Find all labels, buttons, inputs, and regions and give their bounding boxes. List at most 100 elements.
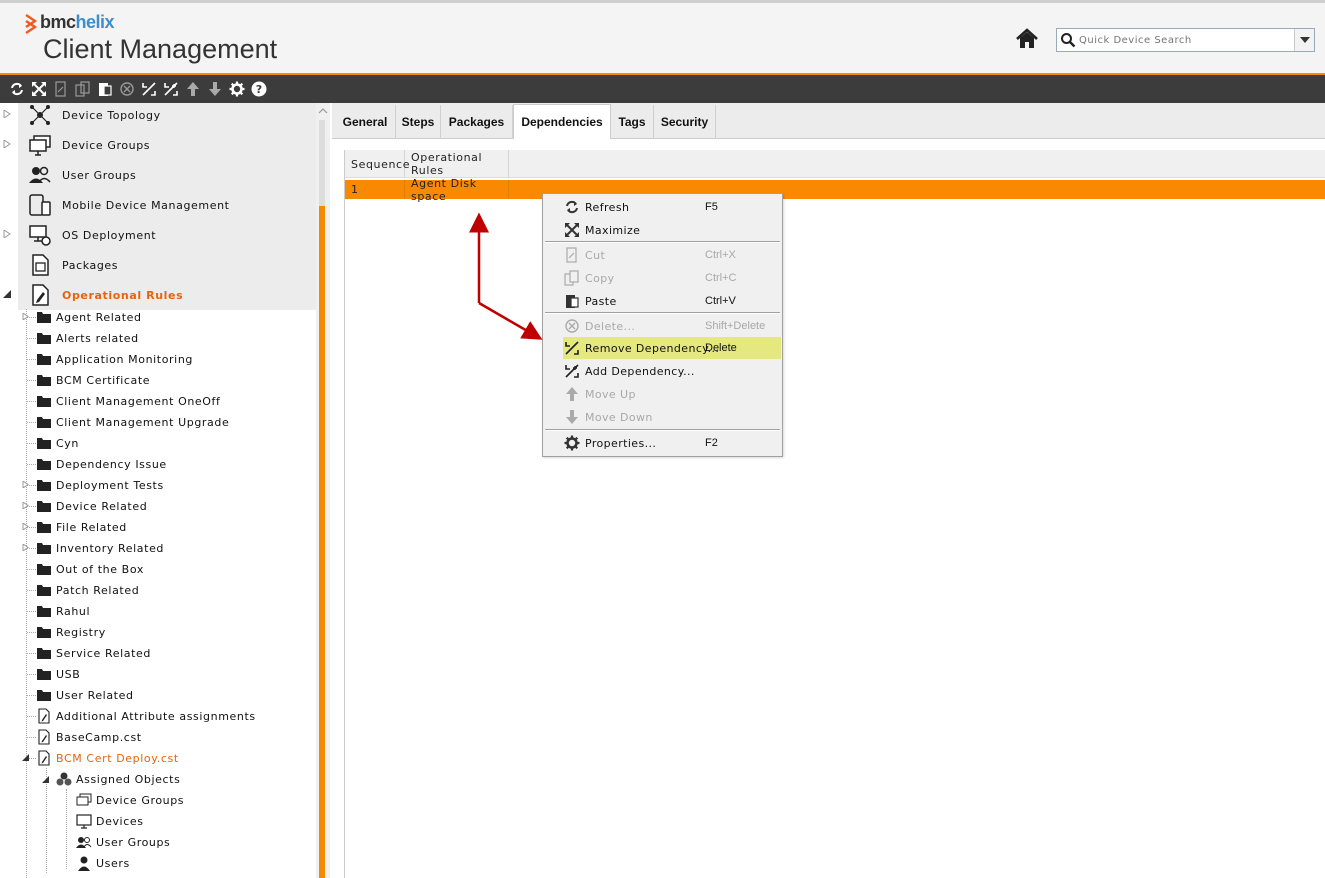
tree-rule-basecamp-cst[interactable]: BaseCamp.cst <box>36 727 142 747</box>
collapse-triangle-icon[interactable] <box>22 754 29 761</box>
menu-item-properties[interactable]: Properties... F2 <box>563 432 781 454</box>
expander-triangle-icon[interactable] <box>3 110 11 118</box>
toolbar-move-down-button[interactable] <box>204 78 226 100</box>
refresh-icon <box>11 82 23 96</box>
collapse-triangle-icon[interactable] <box>42 776 49 783</box>
home-button[interactable] <box>1014 27 1040 51</box>
expander-triangle-icon[interactable] <box>3 230 11 238</box>
tab-packages[interactable]: Packages <box>441 105 513 139</box>
operational-rule-icon <box>36 750 52 766</box>
expander-triangle-icon[interactable] <box>22 502 29 509</box>
tree-rule-additional-attribute-assignments[interactable]: Additional Attribute assignments <box>36 706 256 726</box>
toolbar-move-up-button[interactable] <box>182 78 204 100</box>
toolbar-delete-button[interactable] <box>116 78 138 100</box>
tree-rule-bcm-cert-deploy-cst[interactable]: BCM Cert Deploy.cst <box>36 748 179 768</box>
quick-device-search[interactable] <box>1056 28 1315 52</box>
nav-item-mobile-device-management[interactable]: Mobile Device Management <box>18 190 316 220</box>
folder-icon <box>36 435 52 451</box>
toolbar-cut-button[interactable] <box>50 78 72 100</box>
search-dropdown-button[interactable] <box>1294 29 1314 51</box>
menu-item-cut[interactable]: Cut Ctrl+X <box>563 244 781 266</box>
tree-item-assigned-users[interactable]: Users <box>76 853 130 873</box>
menu-item-move-down[interactable]: Move Down <box>563 406 781 428</box>
tree-guide-line <box>27 401 36 402</box>
tree-folder-patch-related[interactable]: Patch Related <box>36 580 139 600</box>
toolbar-copy-button[interactable] <box>72 78 94 100</box>
menu-item-delete[interactable]: Delete... Shift+Delete <box>563 315 781 337</box>
tree-folder-user-related[interactable]: User Related <box>36 685 134 705</box>
toolbar-refresh-button[interactable] <box>6 78 28 100</box>
device-icon <box>76 813 92 829</box>
tree-item-assigned-objects[interactable]: Assigned Objects <box>56 769 180 789</box>
menu-item-add-dependency[interactable]: Add Dependency... <box>563 360 781 382</box>
column-header-operational-rules[interactable]: Operational Rules <box>405 150 509 178</box>
scroll-up-arrow-icon[interactable] <box>318 106 328 116</box>
tree-folder-file-related[interactable]: File Related <box>36 517 127 537</box>
tree-guide-line <box>27 380 36 381</box>
toolbar-help-button[interactable]: ? <box>248 78 270 100</box>
menu-item-remove-dependency[interactable]: Remove Dependency... Delete <box>563 337 781 359</box>
menu-item-maximize[interactable]: Maximize <box>563 219 781 241</box>
expander-triangle-icon[interactable] <box>22 313 29 320</box>
folder-icon <box>36 603 52 619</box>
tree-guide-line <box>27 464 36 465</box>
expander-triangle-icon[interactable] <box>22 544 29 551</box>
tab-dependencies[interactable]: Dependencies <box>513 104 611 139</box>
expander-triangle-icon[interactable] <box>22 523 29 530</box>
tree-item-assigned-devices[interactable]: Devices <box>76 811 144 831</box>
expander-triangle-icon[interactable] <box>3 140 11 148</box>
tree-folder-device-related[interactable]: Device Related <box>36 496 147 516</box>
nav-item-packages[interactable]: Packages <box>18 250 316 280</box>
tree-folder-cyn[interactable]: Cyn <box>36 433 79 453</box>
column-header-sequence[interactable]: Sequence <box>345 150 409 178</box>
tree-folder-inventory-related[interactable]: Inventory Related <box>36 538 164 558</box>
nav-item-label: Operational Rules <box>62 288 184 302</box>
tab-security[interactable]: Security <box>654 105 716 139</box>
tab-steps[interactable]: Steps <box>396 105 441 139</box>
expander-triangle-icon[interactable] <box>22 481 29 488</box>
tree-folder-bcm-certificate[interactable]: BCM Certificate <box>36 370 150 390</box>
tree-folder-deployment-tests[interactable]: Deployment Tests <box>36 475 164 495</box>
toolbar-maximize-button[interactable] <box>28 78 50 100</box>
tree-item-assigned-device-groups[interactable]: Device Groups <box>76 790 184 810</box>
tree-folder-application-monitoring[interactable]: Application Monitoring <box>36 349 193 369</box>
tree-folder-dependency-issue[interactable]: Dependency Issue <box>36 454 167 474</box>
nav-item-user-groups[interactable]: User Groups <box>18 160 316 190</box>
collapse-triangle-icon[interactable] <box>3 290 11 298</box>
tab-general[interactable]: General <box>335 105 396 139</box>
tree-folder-alerts-related[interactable]: Alerts related <box>36 328 139 348</box>
tree-item-assigned-user-groups[interactable]: User Groups <box>76 832 170 852</box>
tree-folder-registry[interactable]: Registry <box>36 622 106 642</box>
device-groups-icon <box>26 131 54 159</box>
tree-folder-out-of-the-box[interactable]: Out of the Box <box>36 559 144 579</box>
tree-item-label: Devices <box>96 814 144 828</box>
menu-item-copy[interactable]: Copy Ctrl+C <box>563 267 781 289</box>
tree-item-label: BCM Cert Deploy.cst <box>56 751 179 765</box>
tree-folder-agent-related[interactable]: Agent Related <box>36 307 142 327</box>
tree-folder-usb[interactable]: USB <box>36 664 80 684</box>
toolbar-remove-dependency-button[interactable] <box>138 78 160 100</box>
menu-item-move-up[interactable]: Move Up <box>563 383 781 405</box>
toolbar-paste-button[interactable] <box>94 78 116 100</box>
nav-item-os-deployment[interactable]: OS Deployment <box>18 220 316 250</box>
gear-icon <box>229 81 245 97</box>
tree-folder-client-management-oneoff[interactable]: Client Management OneOff <box>36 391 221 411</box>
nav-item-operational-rules[interactable]: Operational Rules <box>18 280 316 310</box>
tree-folder-service-related[interactable]: Service Related <box>36 643 151 663</box>
scrollbar-thumb[interactable] <box>319 120 325 206</box>
nav-item-device-topology[interactable]: Device Topology <box>18 103 316 130</box>
toolbar-add-dependency-button[interactable] <box>160 78 182 100</box>
search-input[interactable] <box>1079 30 1294 50</box>
tab-tags[interactable]: Tags <box>611 105 654 139</box>
tree-folder-rahul[interactable]: Rahul <box>36 601 90 621</box>
tree-item-label: Registry <box>56 625 106 639</box>
toolbar-settings-button[interactable] <box>226 78 248 100</box>
panel-splitter[interactable] <box>319 206 325 878</box>
nav-item-device-groups[interactable]: Device Groups <box>18 130 316 160</box>
menu-item-paste[interactable]: Paste Ctrl+V <box>563 290 781 312</box>
brand-logo: bmchelix <box>40 12 115 33</box>
tree-folder-client-management-upgrade[interactable]: Client Management Upgrade <box>36 412 229 432</box>
table-row[interactable]: 1 Agent Disk space <box>345 177 1325 203</box>
folder-icon <box>36 498 52 514</box>
menu-item-refresh[interactable]: Refresh F5 <box>563 196 781 218</box>
